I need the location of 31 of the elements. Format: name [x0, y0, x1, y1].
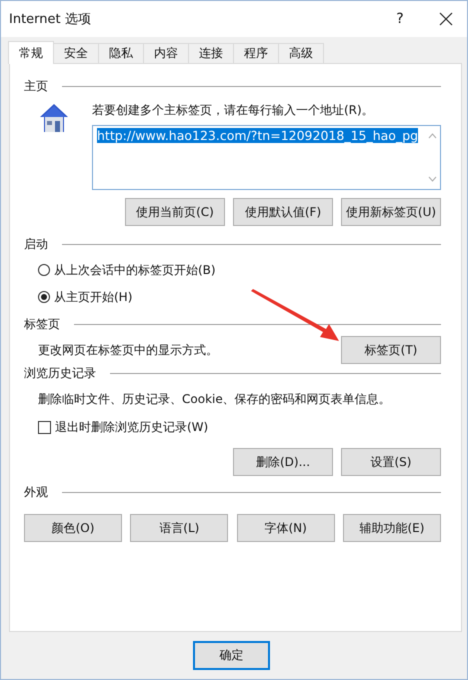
tabs-button[interactable]: 标签页(T) [341, 336, 441, 364]
history-button[interactable]: 删除(D)... [233, 448, 333, 476]
checkbox[interactable] [38, 420, 51, 434]
radio-button[interactable] [38, 264, 50, 276]
help-button[interactable]: ? [385, 11, 415, 27]
radio-label: 从上次会话中的标签页开始(B) [54, 262, 216, 278]
radio-label: 从主页开始(H) [54, 288, 132, 306]
close-icon[interactable] [439, 12, 453, 26]
window-title: Internet 选项 [9, 11, 92, 28]
house-icon [38, 102, 70, 134]
section-heading: 主页 [24, 78, 48, 94]
radio-button[interactable] [38, 291, 50, 303]
home-page-button[interactable]: 使用新标签页(U) [341, 198, 441, 226]
section-heading: 标签页 [24, 316, 60, 332]
appearance-button[interactable]: 辅助功能(E) [342, 514, 441, 542]
section-heading: 启动 [24, 236, 48, 252]
appearance-button[interactable]: 字体(N) [236, 514, 335, 542]
section-heading: 外观 [24, 484, 48, 500]
tab[interactable]: 高级 [278, 43, 324, 63]
description-text: 删除临时文件、历史记录、Cookie、保存的密码和网页表单信息。 [38, 391, 392, 408]
home-page-button[interactable]: 使用默认值(F) [233, 198, 333, 226]
home-page-button[interactable]: 使用当前页(C) [125, 198, 225, 226]
checkbox-label: 退出时删除浏览历史记录(W) [55, 418, 208, 436]
section-heading: 浏览历史记录 [24, 364, 96, 382]
appearance-button[interactable]: 语言(L) [130, 514, 228, 542]
description-text: 更改网页在标签页中的显示方式。 [38, 342, 218, 358]
appearance-button[interactable]: 颜色(O) [24, 514, 122, 542]
history-button[interactable]: 设置(S) [341, 448, 441, 476]
instruction-text: 若要创建多个主标签页，请在每行输入一个地址(R)。 [92, 102, 375, 119]
tab[interactable]: 常规 [8, 41, 54, 64]
ok-button[interactable]: 确定 [193, 640, 270, 670]
